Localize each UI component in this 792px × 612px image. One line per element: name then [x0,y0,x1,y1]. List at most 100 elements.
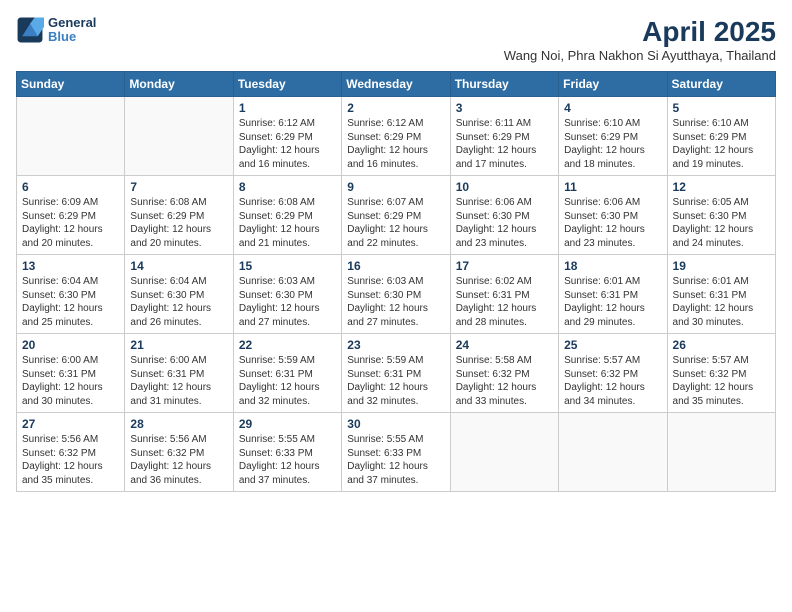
page-header: General Blue April 2025 Wang Noi, Phra N… [16,16,776,63]
calendar-header-friday: Friday [559,72,667,97]
calendar-header-saturday: Saturday [667,72,775,97]
day-number: 13 [22,259,119,273]
calendar-cell: 5 Sunrise: 6:10 AM Sunset: 6:29 PM Daylig… [667,97,775,176]
logo-icon [16,16,44,44]
day-info: Sunrise: 6:09 AM Sunset: 6:29 PM Dayligh… [22,196,119,250]
calendar-cell: 1Sunrise: 6:12 AM Sunset: 6:29 PM Daylig… [233,97,341,176]
day-info: Sunrise: 5:56 AM Sunset: 6:32 PM Dayligh… [22,433,119,487]
calendar-week-1: 1 Sunrise: 6:12 AM Sunset: 6:29 PM Daylig… [17,97,776,176]
calendar-cell: 4 Sunrise: 6:10 AM Sunset: 6:29 PM Daylig… [559,97,667,176]
day-number: 9 [347,180,444,194]
day-number: 30 [347,417,444,431]
day-number: 4 [564,101,661,115]
day-number: 6 [22,180,119,194]
day-number: 27 [22,417,119,431]
calendar-cell: 22Sunrise: 5:59 AM Sunset: 6:31 PM Dayli… [233,334,341,413]
calendar-cell [17,97,125,176]
day-info: Sunrise: 6:00 AM Sunset: 6:31 PM Dayligh… [130,354,227,408]
day-number: 1 [239,101,336,115]
calendar-cell: 26 Sunrise: 5:57 AM Sunset: 6:32 PM Dayli… [667,334,775,413]
calendar-week-4: 20 Sunrise: 6:00 AM Sunset: 6:31 PM Dayli… [17,334,776,413]
calendar-cell: 19 Sunrise: 6:01 AM Sunset: 6:31 PM Dayli… [667,255,775,334]
day-info: Sunrise: 5:55 AM Sunset: 6:33 PM Dayligh… [239,433,336,487]
day-number: 23 [347,338,444,352]
day-number: 10 [456,180,553,194]
calendar-cell: 3 Sunrise: 6:11 AM Sunset: 6:29 PM Daylig… [450,97,558,176]
day-info: Sunrise: 6:06 AM Sunset: 6:30 PM Dayligh… [564,196,661,250]
day-info: Sunrise: 5:59 AM Sunset: 6:31 PM Dayligh… [239,354,336,408]
day-number: 20 [22,338,119,352]
calendar-header-tuesday: Tuesday [233,72,341,97]
calendar-cell: 10 Sunrise: 6:06 AM Sunset: 6:30 PM Dayli… [450,176,558,255]
day-number: 29 [239,417,336,431]
day-info: Sunrise: 6:07 AM Sunset: 6:29 PM Dayligh… [347,196,444,250]
day-info: Sunrise: 6:12 AM Sunset: 6:29 PM Dayligh… [347,117,444,171]
calendar-cell: 29 Sunrise: 5:55 AM Sunset: 6:33 PM Dayli… [233,413,341,492]
day-info: Sunrise: 6:11 AM Sunset: 6:29 PM Dayligh… [456,117,553,171]
day-info: Sunrise: 6:10 AM Sunset: 6:29 PM Dayligh… [673,117,770,171]
calendar-week-3: 13 Sunrise: 6:04 AM Sunset: 6:30 PM Dayli… [17,255,776,334]
calendar-table: SundayMondayTuesdayWednesdayThursdayFrid… [16,71,776,492]
day-info: Sunrise: 6:00 AM Sunset: 6:31 PM Dayligh… [22,354,119,408]
day-info: Sunrise: 6:08 AM Sunset: 6:29 PM Dayligh… [130,196,227,250]
day-number: 12 [673,180,770,194]
day-number: 5 [673,101,770,115]
calendar-week-5: 27 Sunrise: 5:56 AM Sunset: 6:32 PM Dayli… [17,413,776,492]
day-info: Sunrise: 6:01 AM Sunset: 6:31 PM Dayligh… [673,275,770,329]
calendar-cell [125,97,233,176]
day-number: 14 [130,259,227,273]
day-number: 25 [564,338,661,352]
calendar-cell: 15 Sunrise: 6:03 AM Sunset: 6:30 PM Dayli… [233,255,341,334]
calendar-header-sunday: Sunday [17,72,125,97]
calendar-header-row: SundayMondayTuesdayWednesdayThursdayFrid… [17,72,776,97]
day-number: 8 [239,180,336,194]
calendar-cell: 8Sunrise: 6:08 AM Sunset: 6:29 PM Daylig… [233,176,341,255]
day-number: 21 [130,338,227,352]
calendar-cell: 23 Sunrise: 5:59 AM Sunset: 6:31 PM Dayli… [342,334,450,413]
calendar-cell: 13 Sunrise: 6:04 AM Sunset: 6:30 PM Dayli… [17,255,125,334]
day-info: Sunrise: 6:04 AM Sunset: 6:30 PM Dayligh… [130,275,227,329]
page-subtitle: Wang Noi, Phra Nakhon Si Ayutthaya, Thai… [504,48,776,63]
calendar-cell: 24 Sunrise: 5:58 AM Sunset: 6:32 PM Dayli… [450,334,558,413]
day-info: Sunrise: 5:58 AM Sunset: 6:32 PM Dayligh… [456,354,553,408]
day-number: 2 [347,101,444,115]
calendar-cell: 16Sunrise: 6:03 AM Sunset: 6:30 PM Dayli… [342,255,450,334]
calendar-cell: 14 Sunrise: 6:04 AM Sunset: 6:30 PM Dayli… [125,255,233,334]
calendar-header-thursday: Thursday [450,72,558,97]
calendar-cell: 25 Sunrise: 5:57 AM Sunset: 6:32 PM Dayli… [559,334,667,413]
day-number: 24 [456,338,553,352]
day-number: 17 [456,259,553,273]
day-info: Sunrise: 5:57 AM Sunset: 6:32 PM Dayligh… [673,354,770,408]
day-number: 3 [456,101,553,115]
calendar-cell: 18 Sunrise: 6:01 AM Sunset: 6:31 PM Dayli… [559,255,667,334]
day-info: Sunrise: 6:01 AM Sunset: 6:31 PM Dayligh… [564,275,661,329]
calendar-header-monday: Monday [125,72,233,97]
calendar-cell: 27 Sunrise: 5:56 AM Sunset: 6:32 PM Dayli… [17,413,125,492]
day-info: Sunrise: 6:03 AM Sunset: 6:30 PM Dayligh… [239,275,336,329]
day-number: 15 [239,259,336,273]
day-info: Sunrise: 5:59 AM Sunset: 6:31 PM Dayligh… [347,354,444,408]
calendar-cell: 11 Sunrise: 6:06 AM Sunset: 6:30 PM Dayli… [559,176,667,255]
day-number: 16 [347,259,444,273]
calendar-cell [559,413,667,492]
calendar-cell: 30 Sunrise: 5:55 AM Sunset: 6:33 PM Dayli… [342,413,450,492]
day-info: Sunrise: 6:06 AM Sunset: 6:30 PM Dayligh… [456,196,553,250]
day-info: Sunrise: 6:04 AM Sunset: 6:30 PM Dayligh… [22,275,119,329]
calendar-cell: 12Sunrise: 6:05 AM Sunset: 6:30 PM Dayli… [667,176,775,255]
day-number: 19 [673,259,770,273]
day-number: 26 [673,338,770,352]
day-info: Sunrise: 5:57 AM Sunset: 6:32 PM Dayligh… [564,354,661,408]
day-number: 28 [130,417,227,431]
day-info: Sunrise: 5:55 AM Sunset: 6:33 PM Dayligh… [347,433,444,487]
day-number: 7 [130,180,227,194]
day-info: Sunrise: 6:10 AM Sunset: 6:29 PM Dayligh… [564,117,661,171]
calendar-week-2: 6 Sunrise: 6:09 AM Sunset: 6:29 PM Daylig… [17,176,776,255]
calendar-cell: 9 Sunrise: 6:07 AM Sunset: 6:29 PM Daylig… [342,176,450,255]
calendar-cell [450,413,558,492]
calendar-cell: 21 Sunrise: 6:00 AM Sunset: 6:31 PM Dayli… [125,334,233,413]
day-number: 18 [564,259,661,273]
title-area: April 2025 Wang Noi, Phra Nakhon Si Ayut… [504,16,776,63]
calendar-cell [667,413,775,492]
day-number: 11 [564,180,661,194]
calendar-cell: 17Sunrise: 6:02 AM Sunset: 6:31 PM Dayli… [450,255,558,334]
